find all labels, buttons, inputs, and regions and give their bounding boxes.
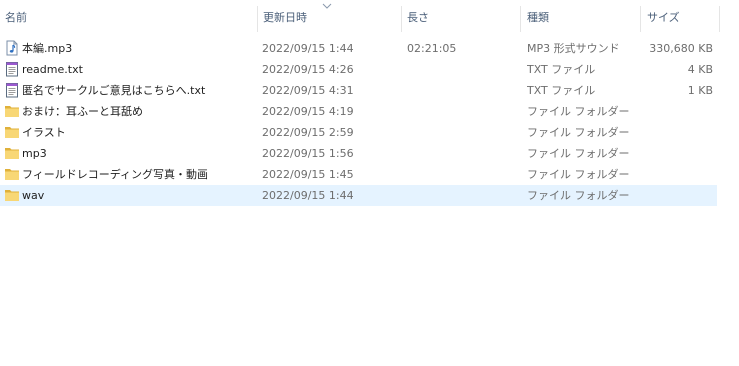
folder-icon xyxy=(4,103,20,119)
file-size: 330,680 KB xyxy=(649,42,713,55)
file-length xyxy=(407,80,517,101)
folder-row[interactable]: おまけ：耳ふーと耳舐め 2022/09/15 4:19 ファイル フォルダー xyxy=(0,101,717,122)
music-file-icon xyxy=(4,40,20,56)
file-length xyxy=(407,101,517,122)
file-length xyxy=(407,143,517,164)
file-length xyxy=(407,59,517,80)
file-length xyxy=(407,122,517,143)
sort-descending-icon xyxy=(322,3,332,9)
file-date-modified: 2022/09/15 1:44 xyxy=(262,189,354,202)
column-header-date-modified[interactable]: 更新日時 xyxy=(263,0,307,36)
file-name: mp3 xyxy=(22,147,47,160)
column-divider[interactable] xyxy=(257,6,258,32)
file-name: 本編.mp3 xyxy=(22,42,73,55)
folder-icon xyxy=(4,145,20,161)
file-name: wav xyxy=(22,189,45,202)
file-date-modified: 2022/09/15 1:45 xyxy=(262,168,354,181)
column-header-name[interactable]: 名前 xyxy=(5,0,27,36)
file-row[interactable]: 本編.mp3 2022/09/15 1:44 02:21:05 MP3 形式サウンド 3… xyxy=(0,38,717,59)
file-type: MP3 形式サウンド xyxy=(527,42,620,55)
file-date-modified: 2022/09/15 2:59 xyxy=(262,126,354,139)
file-size xyxy=(640,101,713,122)
folder-row[interactable]: フィールドレコーディング写真・動画 2022/09/15 1:45 ファイル フォル… xyxy=(0,164,717,185)
column-header-length[interactable]: 長さ xyxy=(407,0,429,36)
text-file-icon xyxy=(4,61,20,77)
file-size: 1 KB xyxy=(687,84,713,97)
file-length xyxy=(407,164,517,185)
file-type: ファイル フォルダー xyxy=(527,168,630,181)
column-divider[interactable] xyxy=(401,6,402,32)
file-name: イラスト xyxy=(22,126,66,139)
file-size xyxy=(640,122,713,143)
file-type: ファイル フォルダー xyxy=(527,147,630,160)
file-size: 4 KB xyxy=(687,63,713,76)
folder-row[interactable]: イラスト 2022/09/15 2:59 ファイル フォルダー xyxy=(0,122,717,143)
folder-row[interactable]: mp3 2022/09/15 1:56 ファイル フォルダー xyxy=(0,143,717,164)
text-file-icon xyxy=(4,82,20,98)
file-name: readme.txt xyxy=(22,63,83,76)
file-date-modified: 2022/09/15 4:19 xyxy=(262,105,354,118)
file-name: おまけ：耳ふーと耳舐め xyxy=(22,105,143,118)
file-length: 02:21:05 xyxy=(407,42,457,55)
folder-icon xyxy=(4,166,20,182)
file-type: ファイル フォルダー xyxy=(527,126,630,139)
file-type: TXT ファイル xyxy=(527,84,596,97)
column-divider[interactable] xyxy=(719,6,720,32)
file-row[interactable]: readme.txt 2022/09/15 4:26 TXT ファイル 4 KB xyxy=(0,59,717,80)
column-header-size[interactable]: サイズ xyxy=(647,0,680,36)
column-header-type[interactable]: 種類 xyxy=(527,0,549,36)
file-date-modified: 2022/09/15 1:44 xyxy=(262,42,354,55)
file-length xyxy=(407,185,517,206)
file-type: TXT ファイル xyxy=(527,63,596,76)
folder-row[interactable]: wav 2022/09/15 1:44 ファイル フォルダー xyxy=(0,185,717,206)
file-size xyxy=(640,164,713,185)
folder-icon xyxy=(4,124,20,140)
file-name: 匿名でサークルご意見はこちらへ.txt xyxy=(22,84,206,97)
file-size xyxy=(640,143,713,164)
file-explorer-list-view: 名前 更新日時 長さ 種類 サイズ 本編.mp3 2022/09/15 1:44 0… xyxy=(0,0,739,366)
file-date-modified: 2022/09/15 1:56 xyxy=(262,147,354,160)
column-divider[interactable] xyxy=(520,6,521,32)
column-divider[interactable] xyxy=(640,6,641,32)
folder-icon xyxy=(4,187,20,203)
file-row[interactable]: 匿名でサークルご意見はこちらへ.txt 2022/09/15 4:31 TXT ファ… xyxy=(0,80,717,101)
column-header-bar: 名前 更新日時 長さ 種類 サイズ xyxy=(0,0,739,36)
file-size xyxy=(640,185,713,206)
file-date-modified: 2022/09/15 4:31 xyxy=(262,84,354,97)
file-name: フィールドレコーディング写真・動画 xyxy=(22,168,209,181)
file-type: ファイル フォルダー xyxy=(527,189,630,202)
file-type: ファイル フォルダー xyxy=(527,105,630,118)
file-date-modified: 2022/09/15 4:26 xyxy=(262,63,354,76)
